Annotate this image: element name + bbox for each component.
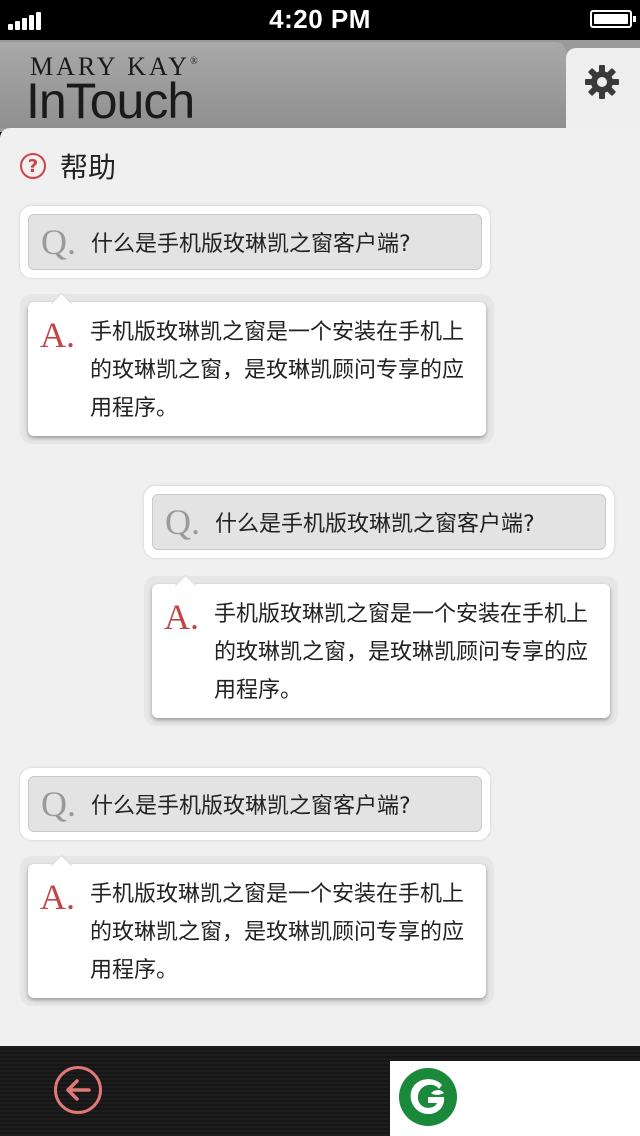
- brand-bar: MARY KAY® InTouch: [0, 42, 566, 129]
- gear-icon[interactable]: [584, 64, 620, 100]
- app-header: MARY KAY® InTouch: [0, 40, 640, 132]
- status-time: 4:20 PM: [269, 4, 371, 34]
- answer-marker: A.: [40, 315, 75, 355]
- answer-marker: A.: [40, 877, 75, 917]
- back-button[interactable]: [54, 1066, 102, 1114]
- answer-marker: A.: [164, 597, 199, 637]
- logo-area: [390, 1061, 640, 1136]
- faq-question[interactable]: Q. 什么是手机版玫琳凯之窗客户端?: [144, 486, 614, 558]
- question-marker: Q.: [41, 784, 76, 824]
- green-g-logo-icon: [399, 1068, 457, 1126]
- page-title: ? 帮助: [20, 148, 116, 184]
- app-logo-text: InTouch: [26, 73, 195, 129]
- faq-answer: A. 手机版玫琳凯之窗是一个安装在手机上的玫琳凯之窗，是玫琳凯顾问专享的应用程序…: [20, 854, 494, 1006]
- faq-answer: A. 手机版玫琳凯之窗是一个安装在手机上的玫琳凯之窗，是玫琳凯顾问专享的应用程序…: [20, 292, 494, 444]
- question-circle-icon: ?: [20, 153, 46, 179]
- question-marker: Q.: [165, 502, 200, 542]
- answer-text: 手机版玫琳凯之窗是一个安装在手机上的玫琳凯之窗，是玫琳凯顾问专享的应用程序。: [214, 602, 589, 703]
- back-arrow-icon[interactable]: [64, 1078, 92, 1102]
- settings-tab[interactable]: [566, 48, 640, 132]
- question-text: 什么是手机版玫琳凯之窗客户端?: [91, 794, 411, 819]
- faq-question[interactable]: Q. 什么是手机版玫琳凯之窗客户端?: [20, 206, 490, 278]
- bottom-toolbar: [0, 1046, 640, 1136]
- faq-question[interactable]: Q. 什么是手机版玫琳凯之窗客户端?: [20, 768, 490, 840]
- answer-text: 手机版玫琳凯之窗是一个安装在手机上的玫琳凯之窗，是玫琳凯顾问专享的应用程序。: [90, 882, 465, 983]
- battery-full-icon: [590, 10, 636, 28]
- status-bar: 4:20 PM: [0, 0, 640, 40]
- page-title-text: 帮助: [60, 151, 117, 184]
- question-text: 什么是手机版玫琳凯之窗客户端?: [215, 512, 535, 537]
- help-content: ? 帮助 Q. 什么是手机版玫琳凯之窗客户端? A. 手机版玫琳凯之窗是一个安装…: [0, 128, 640, 1046]
- answer-text: 手机版玫琳凯之窗是一个安装在手机上的玫琳凯之窗，是玫琳凯顾问专享的应用程序。: [90, 320, 465, 421]
- question-marker: Q.: [41, 222, 76, 262]
- question-text: 什么是手机版玫琳凯之窗客户端?: [91, 232, 411, 257]
- faq-answer: A. 手机版玫琳凯之窗是一个安装在手机上的玫琳凯之窗，是玫琳凯顾问专享的应用程序…: [144, 574, 618, 726]
